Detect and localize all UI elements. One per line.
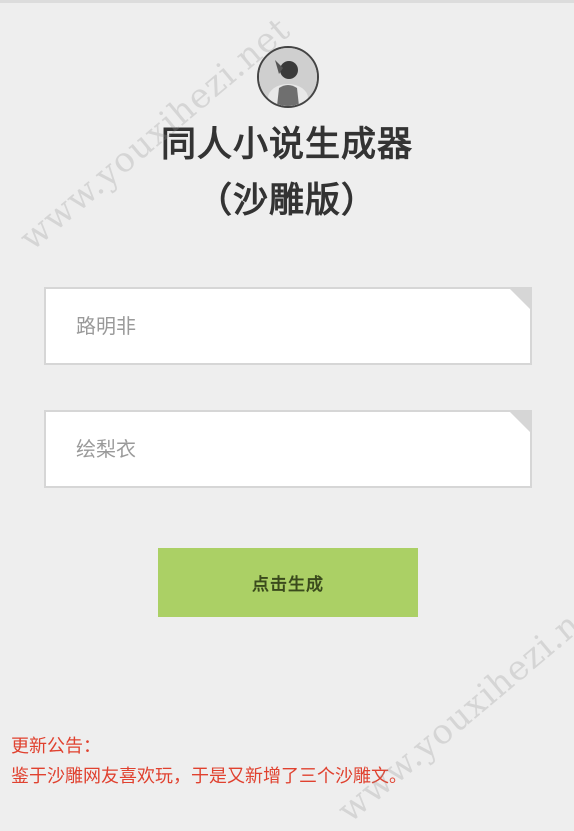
corner-fold-icon [509, 412, 530, 433]
avatar-photo-icon [259, 48, 317, 106]
watermark: www.youxihezi.net [330, 581, 574, 831]
name1-field [44, 287, 532, 365]
notice-title: 更新公告： [11, 736, 101, 757]
name2-input[interactable] [46, 412, 530, 486]
notice-body: 鉴于沙雕网友喜欢玩，于是又新增了三个沙雕文。 [11, 766, 407, 787]
corner-fold-icon [509, 289, 530, 310]
page-subtitle: （沙雕版） [196, 181, 377, 221]
top-divider [0, 0, 574, 3]
avatar [257, 46, 319, 108]
name2-field [44, 410, 532, 488]
page-title: 同人小说生成器 [160, 125, 413, 165]
name1-input[interactable] [46, 289, 530, 363]
generate-button[interactable]: 点击生成 [158, 548, 418, 617]
